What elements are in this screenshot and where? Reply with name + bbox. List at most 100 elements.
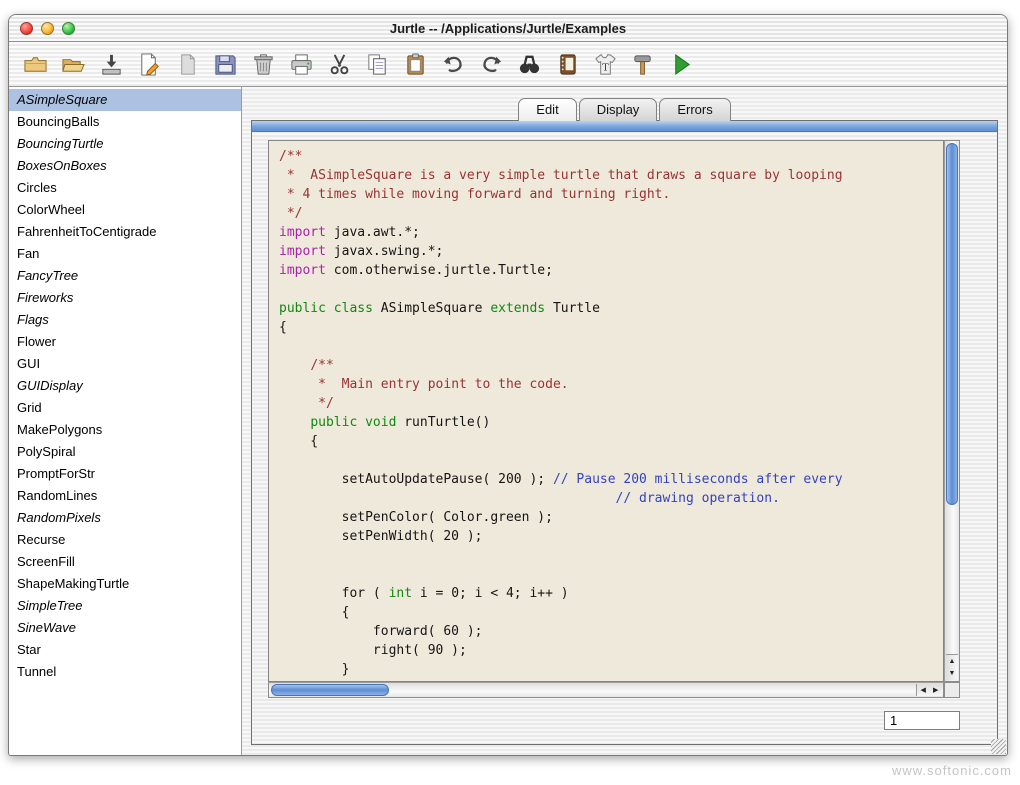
build-button[interactable] <box>630 50 657 79</box>
trash-button[interactable] <box>250 50 277 79</box>
code-line: right( 90 ); <box>279 643 467 658</box>
new-file-button[interactable] <box>136 50 163 79</box>
code-line: public void runTurtle() <box>310 415 491 430</box>
fonts-button[interactable]: T <box>592 50 619 79</box>
list-item[interactable]: ColorWheel <box>9 199 241 221</box>
horizontal-scrollbar-thumb[interactable] <box>271 684 389 696</box>
list-item[interactable]: Circles <box>9 177 241 199</box>
close-button[interactable] <box>20 22 33 35</box>
cut-icon <box>327 52 352 77</box>
save-button[interactable] <box>212 50 239 79</box>
list-item[interactable]: FahrenheitToCentigrade <box>9 221 241 243</box>
copy-icon <box>365 52 390 77</box>
trash-icon <box>251 52 276 77</box>
cut-button[interactable] <box>326 50 353 79</box>
svg-text:T: T <box>602 62 609 73</box>
list-item[interactable]: Fireworks <box>9 287 241 309</box>
code-line: */ <box>310 396 334 411</box>
code-line: import javax.swing.*; <box>279 244 444 259</box>
resize-grip[interactable] <box>991 739 1006 754</box>
import-icon <box>99 52 124 77</box>
new-folder-button[interactable] <box>22 50 49 79</box>
code-line: * 4 times while moving forward and turni… <box>279 187 671 202</box>
find-icon <box>517 52 542 77</box>
redo-icon <box>479 52 504 77</box>
list-item[interactable]: Flower <box>9 331 241 353</box>
find-button[interactable] <box>516 50 543 79</box>
list-item[interactable]: GUIDisplay <box>9 375 241 397</box>
titlebar[interactable]: Jurtle -- /Applications/Jurtle/Examples <box>9 15 1007 42</box>
scroll-down-arrow-icon[interactable]: ▼ <box>946 668 958 681</box>
list-item[interactable]: RandomLines <box>9 485 241 507</box>
code-scrollpane: /** * ASimpleSquare is a very simple tur… <box>268 140 960 698</box>
horizontal-scrollbar[interactable]: ◀ ▶ <box>268 682 944 698</box>
list-item[interactable]: RandomPixels <box>9 507 241 529</box>
print-button[interactable] <box>288 50 315 79</box>
blue-header-strip <box>252 121 997 132</box>
file-button[interactable] <box>174 50 201 79</box>
copy-button[interactable] <box>364 50 391 79</box>
list-item[interactable]: BouncingBalls <box>9 111 241 133</box>
list-item[interactable]: Tunnel <box>9 661 241 683</box>
window-title: Jurtle -- /Applications/Jurtle/Examples <box>389 21 627 36</box>
list-item[interactable]: MakePolygons <box>9 419 241 441</box>
scrollbar-corner <box>944 682 960 698</box>
editor-panel: /** * ASimpleSquare is a very simple tur… <box>251 120 998 745</box>
code-line: { <box>279 605 350 620</box>
app-window: Jurtle -- /Applications/Jurtle/Examples … <box>8 14 1008 756</box>
code-editor[interactable]: /** * ASimpleSquare is a very simple tur… <box>268 140 944 682</box>
import-button[interactable] <box>98 50 125 79</box>
code-line: * ASimpleSquare is a very simple turtle … <box>279 168 843 183</box>
print-icon <box>289 52 314 77</box>
code-line: import java.awt.*; <box>279 225 420 240</box>
paste-button[interactable] <box>402 50 429 79</box>
open-folder-button[interactable] <box>60 50 87 79</box>
line-number-field[interactable] <box>884 711 960 730</box>
scroll-left-arrow-icon[interactable]: ◀ <box>917 684 930 696</box>
tab-display[interactable]: Display <box>578 98 658 121</box>
list-item[interactable]: ASimpleSquare <box>9 89 241 111</box>
undo-button[interactable] <box>440 50 467 79</box>
list-item[interactable]: PromptForStr <box>9 463 241 485</box>
paste-icon <box>403 52 428 77</box>
vertical-scroll-arrows: ▲ ▼ <box>946 654 958 680</box>
open-folder-icon <box>61 52 86 77</box>
list-item[interactable]: BouncingTurtle <box>9 133 241 155</box>
list-item[interactable]: ShapeMakingTurtle <box>9 573 241 595</box>
code-line: */ <box>279 206 303 221</box>
list-item[interactable]: Flags <box>9 309 241 331</box>
minimize-button[interactable] <box>41 22 54 35</box>
code-line: setPenColor( Color.green ); <box>279 510 553 525</box>
code-line: forward( 60 ); <box>279 624 483 639</box>
scroll-up-arrow-icon[interactable]: ▲ <box>946 655 958 668</box>
list-item[interactable]: SineWave <box>9 617 241 639</box>
fonts-icon: T <box>593 52 618 77</box>
notebook-button[interactable] <box>554 50 581 79</box>
list-item[interactable]: SimpleTree <box>9 595 241 617</box>
vertical-scrollbar[interactable]: ▲ ▼ <box>944 140 960 682</box>
list-item[interactable]: Fan <box>9 243 241 265</box>
list-item[interactable]: GUI <box>9 353 241 375</box>
tab-edit[interactable]: Edit <box>518 98 577 121</box>
list-item[interactable]: Recurse <box>9 529 241 551</box>
content-area: ASimpleSquare BouncingBalls BouncingTurtle… <box>9 87 1007 755</box>
scroll-right-arrow-icon[interactable]: ▶ <box>930 684 943 696</box>
zoom-button[interactable] <box>62 22 75 35</box>
list-item[interactable]: PolySpiral <box>9 441 241 463</box>
list-item[interactable]: ScreenFill <box>9 551 241 573</box>
code-line: } <box>279 662 350 677</box>
list-item[interactable]: Star <box>9 639 241 661</box>
list-item[interactable]: BoxesOnBoxes <box>9 155 241 177</box>
redo-button[interactable] <box>478 50 505 79</box>
list-item[interactable]: FancyTree <box>9 265 241 287</box>
tab-bar: Edit Display Errors <box>242 98 1007 121</box>
notebook-icon <box>555 52 580 77</box>
examples-list: ASimpleSquare BouncingBalls BouncingTurtle… <box>9 87 242 755</box>
tab-errors[interactable]: Errors <box>659 98 731 121</box>
vertical-scrollbar-thumb[interactable] <box>946 143 958 505</box>
watermark: www.softonic.com <box>891 763 1012 778</box>
list-item[interactable]: Grid <box>9 397 241 419</box>
run-button[interactable] <box>668 50 695 79</box>
